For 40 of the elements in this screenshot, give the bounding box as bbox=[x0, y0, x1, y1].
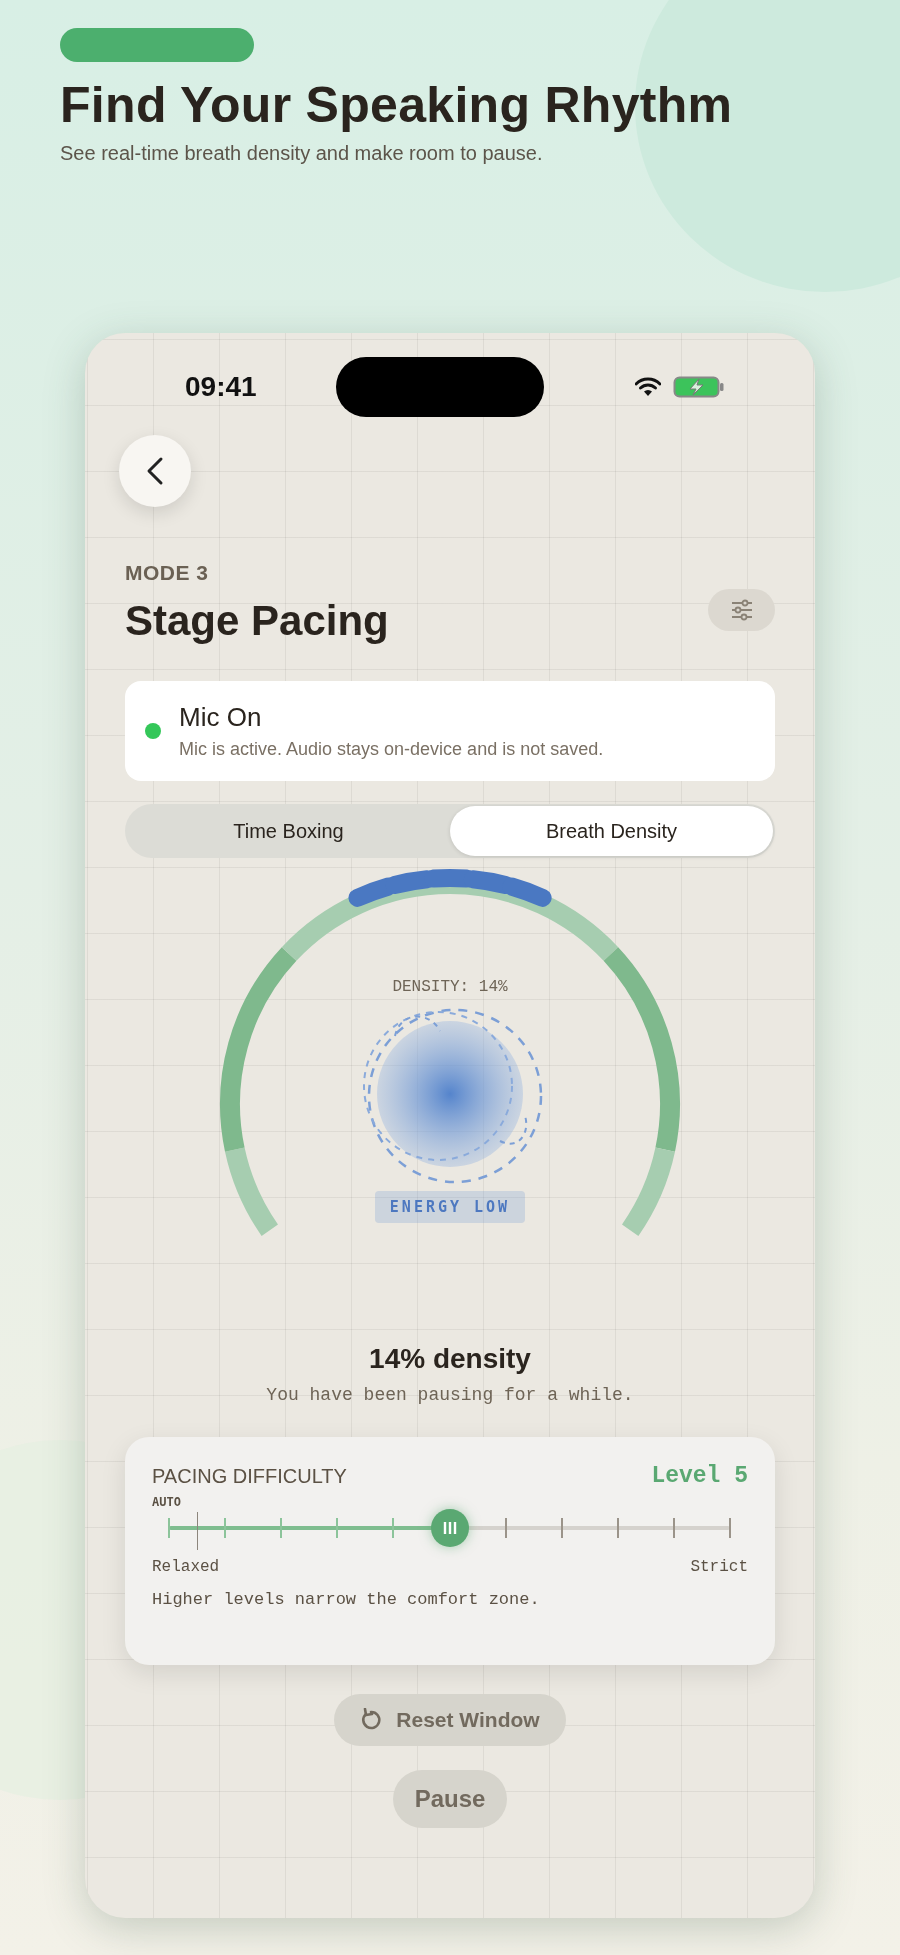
page-title: Find Your Speaking Rhythm bbox=[60, 76, 734, 134]
sliders-icon bbox=[729, 599, 754, 621]
status-time: 09:41 bbox=[185, 371, 258, 403]
page-subtitle: See real-time breath density and make room to pause. bbox=[60, 142, 544, 165]
slider-tick bbox=[336, 1518, 339, 1538]
mic-status-title: Mic On bbox=[179, 702, 263, 733]
slider-tick bbox=[729, 1518, 731, 1538]
mode-tab[interactable]: Breath Density bbox=[450, 806, 773, 856]
slider-tick bbox=[616, 1518, 619, 1538]
slider-tick bbox=[672, 1518, 675, 1538]
chevron-left-icon bbox=[146, 456, 164, 486]
slider-tick bbox=[504, 1518, 507, 1538]
slider-tick bbox=[168, 1518, 170, 1538]
auto-label: AUTO bbox=[152, 1495, 181, 1509]
energy-badge: ENERGY LOW bbox=[375, 1191, 525, 1223]
mic-status-description: Mic is active. Audio stays on-device and is not saved. bbox=[179, 739, 604, 760]
slider-tick bbox=[560, 1518, 563, 1538]
pause-button[interactable]: Pause bbox=[392, 1770, 508, 1828]
slider-thumb[interactable] bbox=[430, 1509, 469, 1547]
max-label: Strict bbox=[690, 1558, 748, 1576]
min-label: Relaxed bbox=[152, 1558, 220, 1576]
difficulty-hint: Higher levels narrow the comfort zone. bbox=[152, 1590, 541, 1609]
reset-button[interactable]: Reset Window bbox=[334, 1694, 566, 1746]
reset-icon bbox=[360, 1708, 383, 1732]
difficulty-title: PACING DIFFICULTY bbox=[152, 1464, 347, 1488]
density-headline: 14% density bbox=[368, 1343, 532, 1375]
auto-marker bbox=[197, 1512, 198, 1550]
difficulty-level: Level 5 bbox=[651, 1463, 748, 1489]
density-message: You have been pausing for a while. bbox=[265, 1385, 635, 1405]
slider-tick bbox=[392, 1518, 395, 1538]
slider-tick bbox=[224, 1518, 227, 1538]
mode-label: MODE 3 bbox=[125, 561, 210, 585]
battery-icon bbox=[673, 375, 725, 399]
settings-button[interactable] bbox=[708, 589, 775, 631]
grip-icon bbox=[442, 1521, 457, 1535]
mode-tab[interactable]: Time Boxing bbox=[127, 806, 450, 856]
slider-tick bbox=[280, 1518, 283, 1538]
density-reading: DENSITY: 14% bbox=[391, 978, 509, 996]
wifi-icon bbox=[635, 377, 661, 397]
screen-title: Stage Pacing bbox=[125, 597, 389, 645]
